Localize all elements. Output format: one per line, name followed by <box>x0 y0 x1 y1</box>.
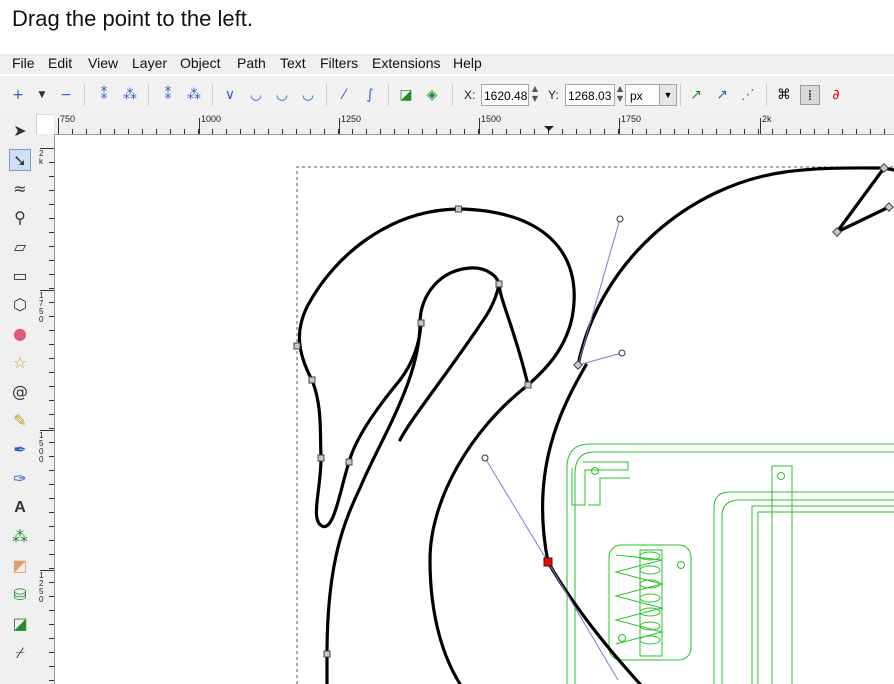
pen-tool-icon[interactable]: ✒ <box>9 439 31 461</box>
menu-text[interactable]: Text <box>280 55 306 71</box>
menu-filters[interactable]: Filters <box>320 55 358 71</box>
break-path-icon[interactable]: ⁂ <box>120 85 140 105</box>
rectangle-tool-icon[interactable]: ▭ <box>9 265 31 287</box>
ruler-label: 750 <box>60 114 76 124</box>
delete-node-icon[interactable]: − <box>56 85 76 105</box>
ruler-label: 1750 <box>621 114 642 124</box>
ruler-label: 1500 <box>39 431 44 464</box>
measure-tool-icon[interactable]: ▱ <box>9 236 31 258</box>
ruler-label: 1000 <box>201 114 222 124</box>
swan-path <box>297 166 894 684</box>
node-tool-icon[interactable]: ➘ <box>9 149 31 171</box>
symmetric-node-icon[interactable]: ◡ <box>272 85 292 105</box>
show-path-outline-icon[interactable]: ∂ <box>826 85 846 105</box>
ruler-label: 1750 <box>39 291 44 324</box>
pencil-tool-icon[interactable]: ✎ <box>9 410 31 432</box>
gradient-tool-icon[interactable]: ◪ <box>9 613 31 635</box>
menu-bar: File Edit View Layer Object Path Text Fi… <box>0 54 894 74</box>
arrow-icon[interactable]: ➤ <box>9 120 31 142</box>
x-coordinate-input[interactable]: 1620.48 <box>481 84 529 106</box>
smooth-node-icon[interactable]: ◡ <box>246 85 266 105</box>
x-label: X: <box>464 88 476 102</box>
ruler-label: 1250 <box>39 571 44 604</box>
corner-nodes[interactable] <box>573 163 894 370</box>
ruler-label: 2k <box>39 149 44 166</box>
toolbox: ➤ ➘ ≈ ⚲ ▱ ▭ ⬡ ● ☆ @ ✎ ✒ ✑ A ⁂ ◩ ⛁ ◪ ⌿ <box>0 114 37 684</box>
edit-clip-icon[interactable]: ↗ <box>712 85 732 105</box>
vertical-ruler: 2k 1750 1500 1250 <box>36 134 55 684</box>
ruler-label: 1500 <box>481 114 502 124</box>
horizontal-ruler: 750 1000 1250 1500 1750 2k <box>54 114 894 135</box>
paint-bucket-tool-icon[interactable]: ⛁ <box>9 584 31 606</box>
calligraphy-tool-icon[interactable]: ✑ <box>9 468 31 490</box>
menu-extensions[interactable]: Extensions <box>372 55 440 71</box>
tweak-tool-icon[interactable]: ≈ <box>9 178 31 200</box>
insert-node-icon[interactable]: + <box>8 85 28 105</box>
menu-edit[interactable]: Edit <box>48 55 72 71</box>
spiral-tool-icon[interactable]: @ <box>9 381 31 403</box>
unit-select[interactable]: px ▼ <box>625 84 677 106</box>
y-spinner-icon[interactable]: ▲ ▼ <box>615 84 625 106</box>
canvas-drawing <box>293 163 894 684</box>
menu-view[interactable]: View <box>88 55 118 71</box>
menu-file[interactable]: File <box>12 55 35 71</box>
show-bezier-handles-icon[interactable]: ⁞ <box>800 85 820 105</box>
selected-node[interactable] <box>543 557 553 567</box>
zoom-tool-icon[interactable]: ⚲ <box>9 207 31 229</box>
next-path-effect-icon[interactable]: ↗ <box>686 85 706 105</box>
dropper-tool-icon[interactable]: ⌿ <box>9 642 31 664</box>
instruction-text: Drag the point to the left. <box>12 6 253 31</box>
drawing-canvas[interactable] <box>55 135 894 684</box>
ruler-label: 1250 <box>341 114 362 124</box>
edit-mask-icon[interactable]: ⋰ <box>738 85 758 105</box>
bounding-box <box>296 166 894 684</box>
unit-value: px <box>630 89 643 103</box>
menu-path[interactable]: Path <box>237 55 266 71</box>
object-to-path-icon[interactable]: ◪ <box>396 85 416 105</box>
delete-segment-icon[interactable]: ⁂ <box>184 85 204 105</box>
y-coordinate-input[interactable]: 1268.03 <box>565 84 615 106</box>
ellipse-tool-icon[interactable]: ● <box>9 323 31 345</box>
menu-object[interactable]: Object <box>180 55 220 71</box>
spray-tool-icon[interactable]: ⁂ <box>9 526 31 548</box>
join-segment-icon[interactable]: ⁑ <box>158 85 178 105</box>
chevron-down-icon: ▼ <box>659 85 676 105</box>
y-label: Y: <box>548 88 559 102</box>
node-toolbar: + ▼ − ⁑ ⁂ ⁑ ⁂ ∨ ◡ ◡ ◡ ⁄ ∫ ◪ ◈ X: 1620.48… <box>0 76 894 115</box>
eraser-tool-icon[interactable]: ◩ <box>9 555 31 577</box>
bezier-handles <box>484 218 623 681</box>
stroke-to-path-icon[interactable]: ◈ <box>422 85 442 105</box>
menu-help[interactable]: Help <box>453 55 482 71</box>
segment-line-icon[interactable]: ⁄ <box>334 85 354 105</box>
ruler-label: 2k <box>762 114 772 124</box>
join-nodes-icon[interactable]: ⁑ <box>94 85 114 105</box>
3d-box-tool-icon[interactable]: ⬡ <box>9 294 31 316</box>
cusp-node-icon[interactable]: ∨ <box>220 85 240 105</box>
auto-smooth-node-icon[interactable]: ◡ <box>298 85 318 105</box>
text-tool-icon[interactable]: A <box>9 497 31 519</box>
segment-curve-icon[interactable]: ∫ <box>360 85 380 105</box>
dropdown-arrow-icon[interactable]: ▼ <box>32 85 52 105</box>
handle-endpoints[interactable] <box>481 215 626 462</box>
star-tool-icon[interactable]: ☆ <box>9 352 31 374</box>
x-spinner-icon[interactable]: ▲ ▼ <box>530 84 540 106</box>
green-device-outline <box>566 443 894 684</box>
show-transform-handles-icon[interactable]: ⌘ <box>774 85 794 105</box>
menu-layer[interactable]: Layer <box>132 55 167 71</box>
